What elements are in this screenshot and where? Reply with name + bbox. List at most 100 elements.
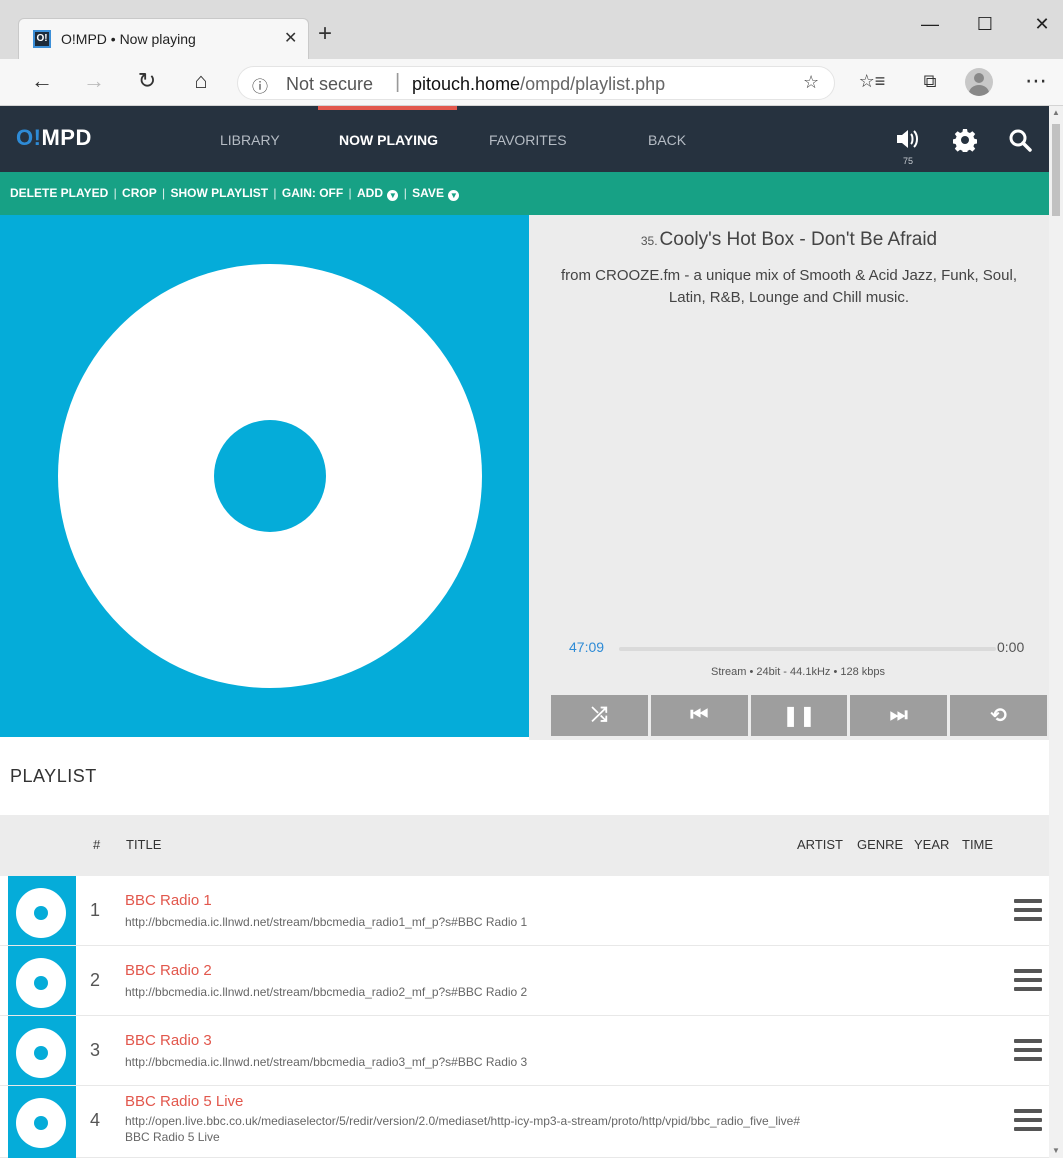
repeat-button[interactable]: ⟲ [950,695,1047,736]
chevron-down-icon: ▼ [448,190,460,201]
stream-info: Stream • 24bit - 44.1kHz • 128 kbps [710,666,885,678]
nav-now-playing[interactable]: NOW PLAYING [339,132,438,148]
refresh-icon[interactable]: ↻ [133,67,161,95]
save-label: SAVE [412,186,444,200]
row-menu-icon[interactable] [1014,899,1042,921]
disc-hole [34,1116,48,1130]
disc-icon [16,888,66,938]
page-scrollbar[interactable]: ▲ ▼ [1049,106,1063,1158]
row-number: 3 [90,1040,101,1060]
action-links: DELETE PLAYED | CROP | SHOW PLAYLIST | G… [10,186,460,201]
disc-hole [34,1046,48,1060]
ompd-favicon-icon: O! [33,30,51,48]
disc-icon [16,958,66,1008]
progress-bar[interactable] [619,647,996,651]
minimize-icon[interactable]: — [910,14,950,35]
row-title[interactable]: BBC Radio 5 Live [125,1093,243,1110]
url-text[interactable]: pitouch.home/ompd/playlist.php [412,74,665,95]
row-url: http://bbcmedia.ic.llnwd.net/stream/bbcm… [125,1055,528,1069]
nav-favorites[interactable]: FAVORITES [489,132,567,148]
row-title[interactable]: BBC Radio 2 [125,962,212,979]
url-path: /ompd/playlist.php [520,74,666,94]
track-name: Cooly's Hot Box - Don't Be Afraid [659,229,938,250]
close-tab-icon[interactable]: ✕ [284,28,297,48]
nav-back[interactable]: BACK [648,132,686,148]
playlist-row[interactable]: 2 BBC Radio 2 http://bbcmedia.ic.llnwd.n… [0,946,1049,1016]
column-year[interactable]: YEAR [914,837,949,852]
browser-tab[interactable]: O! O!MPD • Now playing ✕ [18,18,309,59]
column-time[interactable]: TIME [962,837,993,852]
track-title: 35. Cooly's Hot Box - Don't Be Afraid [529,229,1049,251]
playlist-row[interactable]: 3 BBC Radio 3 http://bbcmedia.ic.llnwd.n… [0,1016,1049,1086]
address-bar[interactable]: ⓘ Not secure | pitouch.home/ompd/playlis… [237,66,835,100]
show-playlist-link[interactable]: SHOW PLAYLIST [171,186,269,200]
previous-icon: ⏮ [690,704,709,726]
next-icon: ⏭ [889,704,908,726]
delete-played-link[interactable]: DELETE PLAYED [10,186,108,200]
forward-arrow-icon[interactable]: → [80,67,108,95]
track-thumbnail [8,1016,76,1085]
ompd-logo[interactable]: O!MPD [16,125,92,151]
browser-tab-strip: O! O!MPD • Now playing ✕ + — ☐ ✕ [0,0,1063,59]
collections-icon[interactable]: ⧉ [916,67,944,95]
row-menu-icon[interactable] [1014,1109,1042,1131]
home-icon[interactable]: ⌂ [187,67,215,95]
crop-link[interactable]: CROP [122,186,157,200]
pause-button[interactable]: ❚❚ [750,695,848,736]
track-thumbnail [8,1086,76,1158]
gain-link[interactable]: GAIN: OFF [282,186,343,200]
scrollbar-thumb[interactable] [1052,124,1060,216]
column-number[interactable]: # [93,837,100,852]
scroll-up-icon[interactable]: ▲ [1052,108,1060,117]
track-description: from CROOZE.fm - a unique mix of Smooth … [561,267,1017,306]
row-number: 1 [90,900,101,920]
track-thumbnail [8,946,76,1015]
maximize-icon[interactable]: ☐ [965,14,1005,35]
row-number: 4 [90,1110,101,1130]
playlist-row[interactable]: 1 BBC Radio 1 http://bbcmedia.ic.llnwd.n… [0,876,1049,946]
previous-button[interactable]: ⏮ [650,695,748,736]
new-tab-button[interactable]: + [318,21,332,47]
track-thumbnail [8,876,76,945]
row-menu-icon[interactable] [1014,1039,1042,1061]
logo-accent: O! [16,125,42,150]
window-close-icon[interactable]: ✕ [1022,14,1062,35]
column-artist[interactable]: ARTIST [797,837,843,852]
shuffle-button[interactable]: ⤮ [551,695,648,736]
column-genre[interactable]: GENRE [857,837,903,852]
next-button[interactable]: ⏭ [850,695,948,736]
row-number: 2 [90,970,101,990]
favorites-list-icon[interactable]: ☆≡ [858,67,886,95]
security-label: Not secure [286,74,374,94]
active-nav-indicator [318,106,457,110]
gear-icon[interactable] [953,128,977,152]
row-title[interactable]: BBC Radio 1 [125,892,212,909]
save-link[interactable]: SAVE ▼ [412,186,460,201]
column-title[interactable]: TITLE [126,837,161,852]
playlist-action-bar: DELETE PLAYED | CROP | SHOW PLAYLIST | G… [0,172,1049,215]
disc-hole [214,420,326,532]
pause-icon: ❚❚ [782,705,816,727]
tab-title: O!MPD • Now playing [61,31,196,47]
remaining-time: 0:00 [997,639,1025,655]
chevron-down-icon: ▼ [387,190,399,201]
more-icon[interactable]: ⋯ [1022,67,1050,95]
profile-avatar[interactable] [965,68,993,96]
elapsed-time: 47:09 [569,639,605,655]
row-title[interactable]: BBC Radio 3 [125,1032,212,1049]
back-arrow-icon[interactable]: ← [28,67,56,95]
row-url: http://bbcmedia.ic.llnwd.net/stream/bbcm… [125,985,528,999]
volume-icon[interactable] [895,128,919,150]
search-icon[interactable] [1008,128,1032,152]
disc-hole [34,976,48,990]
info-icon[interactable]: ⓘ [252,73,268,97]
disc-hole [34,906,48,920]
favorite-star-icon[interactable]: ☆ [803,72,819,93]
row-menu-icon[interactable] [1014,969,1042,991]
scroll-down-icon[interactable]: ▼ [1052,1146,1060,1155]
playlist-row[interactable]: 4 BBC Radio 5 Live http://open.live.bbc.… [0,1086,1049,1158]
album-cover [0,215,529,737]
nav-library[interactable]: LIBRARY [220,132,280,148]
add-link[interactable]: ADD ▼ [357,186,399,201]
address-separator: | [395,71,401,93]
